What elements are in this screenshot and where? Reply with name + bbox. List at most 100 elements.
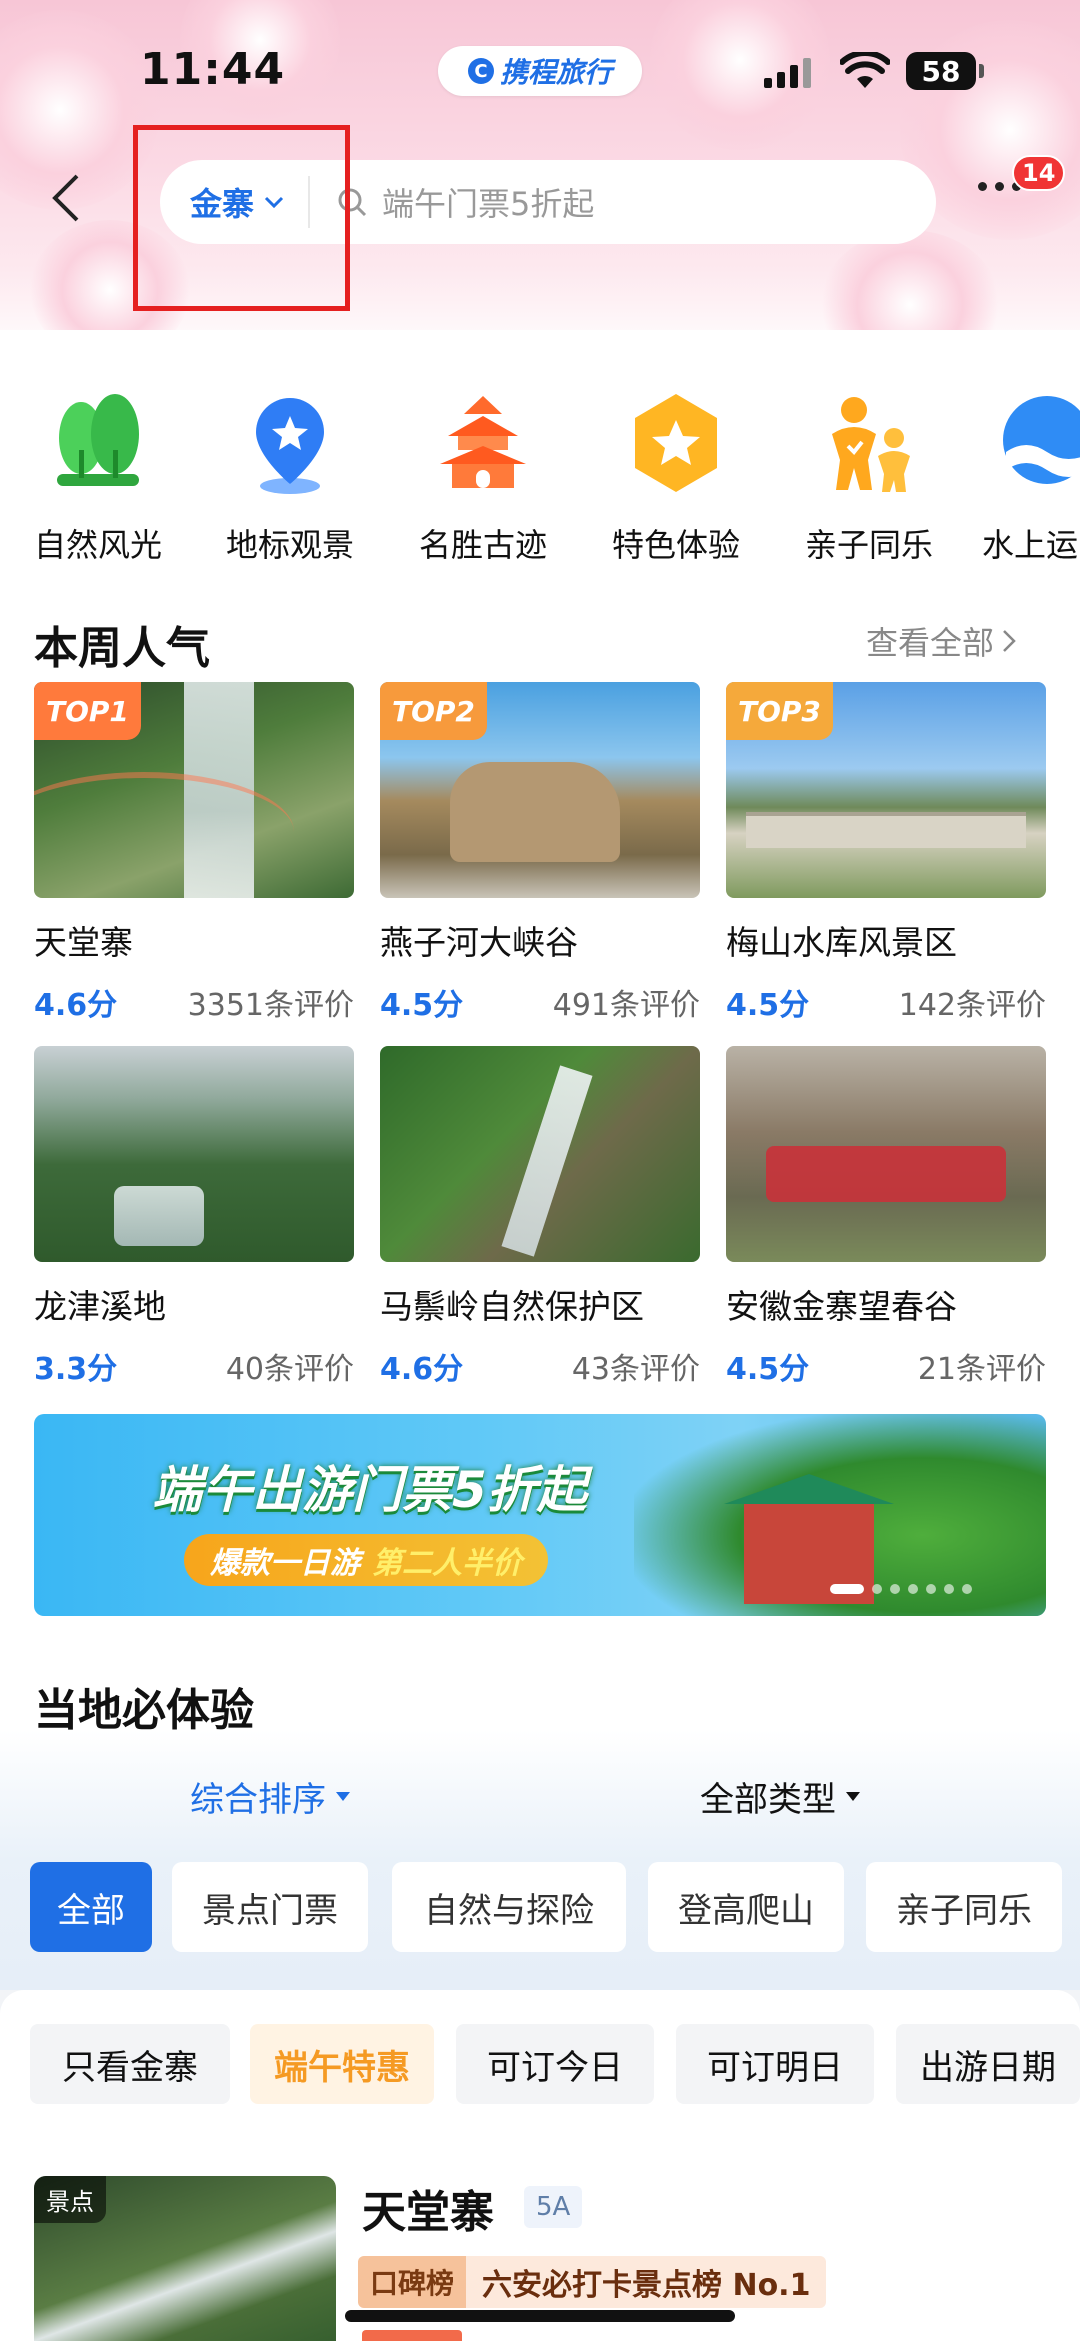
app-brand-name: 携程旅行 — [499, 56, 612, 89]
pagoda-icon — [428, 390, 538, 500]
popular-card[interactable]: TOP2 燕子河大峡谷 4.5分 491条评价 — [380, 682, 700, 1024]
rank-badge: TOP1 — [34, 682, 141, 740]
sort-label: 综合排序 — [190, 1780, 326, 1820]
review-count: 491条评价 — [552, 988, 700, 1023]
chevron-right-icon — [1003, 630, 1016, 652]
see-all-label: 查看全部 — [866, 624, 995, 662]
attraction-score: 3.3分 — [34, 1352, 118, 1387]
filter-bookable-tomorrow[interactable]: 可订明日 — [676, 2024, 874, 2104]
chip-family[interactable]: 亲子同乐 — [866, 1862, 1062, 1952]
caret-down-icon — [336, 1792, 350, 1801]
see-all-link[interactable]: 查看全部 — [866, 618, 1016, 664]
review-count: 3351条评价 — [187, 988, 354, 1023]
water-icon — [992, 390, 1080, 500]
popular-card[interactable]: TOP3 梅山水库风景区 4.5分 142条评价 — [726, 682, 1046, 1024]
listing-title[interactable]: 天堂寨 — [362, 2176, 494, 2240]
status-time: 11:44 — [140, 44, 286, 95]
attraction-photo — [380, 1046, 700, 1262]
chip-all[interactable]: 全部 — [30, 1862, 152, 1952]
attraction-name: 燕子河大峡谷 — [380, 923, 578, 962]
attraction-name: 马鬃岭自然保护区 — [380, 1287, 644, 1326]
attraction-score: 4.6分 — [34, 988, 118, 1023]
listing-next-row-partial — [362, 2330, 462, 2341]
app-brand-pill: C 携程旅行 — [438, 46, 642, 96]
popular-card[interactable]: 安徽金寨望春谷 4.5分 21条评价 — [726, 1046, 1046, 1388]
chip-tickets[interactable]: 景点门票 — [172, 1862, 368, 1952]
banner-sub-left: 爆款一日游 — [210, 1546, 360, 1581]
filter-travel-date[interactable]: 出游日期 — [896, 2024, 1080, 2104]
attraction-photo — [726, 1046, 1046, 1262]
category-water[interactable]: 水上运 — [982, 390, 1080, 566]
landmark-pin-icon — [235, 390, 345, 500]
listing-level-badge: 5A — [524, 2186, 583, 2228]
listing-type-tag: 景点 — [34, 2176, 106, 2223]
review-count: 40条评价 — [225, 1352, 354, 1387]
ctrip-logo-icon: C — [467, 58, 494, 84]
banner-headline: 端午出游门票5折起 — [152, 1461, 587, 1519]
chip-hiking[interactable]: 登高爬山 — [648, 1862, 844, 1952]
sort-dropdown[interactable]: 综合排序 — [190, 1772, 350, 1821]
category-landmark[interactable]: 地标观景 — [210, 390, 370, 566]
chip-nature-adventure[interactable]: 自然与探险 — [392, 1862, 626, 1952]
review-count: 43条评价 — [571, 1352, 700, 1387]
attraction-name: 龙津溪地 — [34, 1287, 166, 1326]
category-label: 水上运 — [982, 526, 1079, 564]
search-input[interactable]: 端午门票5折起 — [336, 179, 594, 225]
category-label: 亲子同乐 — [804, 526, 933, 564]
star-badge-icon — [621, 390, 731, 500]
promo-banner[interactable]: 端午出游门票5折起 爆款一日游 第二人半价 — [34, 1414, 1046, 1616]
popular-card[interactable]: 龙津溪地 3.3分 40条评价 — [34, 1046, 354, 1388]
popular-card[interactable]: TOP1 天堂寨 4.6分 3351条评价 — [34, 682, 354, 1024]
category-label: 地标观景 — [225, 526, 354, 564]
weekly-popular-title: 本周人气 — [34, 623, 210, 674]
popular-card[interactable]: 马鬃岭自然保护区 4.6分 43条评价 — [380, 1046, 700, 1388]
ranking-text: 六安必打卡景点榜 No.1 — [466, 2256, 827, 2308]
category-row: 自然风光 地标观景 名胜古迹 特色体验 亲子同乐 水上运 — [0, 390, 1080, 570]
attraction-score: 4.5分 — [726, 1352, 810, 1387]
filter-bookable-today[interactable]: 可订今日 — [456, 2024, 654, 2104]
attraction-photo: TOP2 — [380, 682, 700, 898]
banner-subtitle: 爆款一日游 第二人半价 — [184, 1534, 548, 1586]
local-experience-title: 当地必体验 — [34, 1685, 254, 1736]
category-label: 名胜古迹 — [418, 526, 547, 564]
attraction-name: 天堂寨 — [34, 923, 133, 962]
banner-sub-right: 第二人半价 — [372, 1546, 522, 1581]
review-count: 142条评价 — [898, 988, 1046, 1023]
filter-dragon-boat-deal[interactable]: 端午特惠 — [250, 2024, 434, 2104]
attraction-photo — [34, 1046, 354, 1262]
carousel-dots — [830, 1584, 972, 1594]
attraction-name: 梅山水库风景区 — [726, 923, 957, 962]
category-experience[interactable]: 特色体验 — [596, 390, 756, 566]
filter-jinzhai-only[interactable]: 只看金寨 — [30, 2024, 230, 2104]
attraction-photo: TOP1 — [34, 682, 354, 898]
category-label: 特色体验 — [611, 526, 740, 564]
attraction-name: 安徽金寨望春谷 — [726, 1287, 957, 1326]
chevron-left-icon — [52, 174, 79, 222]
caret-down-icon — [846, 1792, 860, 1801]
category-label: 自然风光 — [33, 526, 162, 564]
rank-badge: TOP3 — [726, 682, 833, 740]
review-count: 21条评价 — [917, 1352, 1046, 1387]
attraction-score: 4.5分 — [380, 988, 464, 1023]
parent-child-icon — [814, 390, 924, 500]
trees-icon — [43, 390, 153, 500]
attraction-score: 4.5分 — [726, 988, 810, 1023]
category-heritage[interactable]: 名胜古迹 — [403, 390, 563, 566]
wifi-icon — [840, 52, 890, 88]
category-nature[interactable]: 自然风光 — [18, 390, 178, 566]
ranking-chip[interactable]: 口碑榜 六安必打卡景点榜 No.1 — [358, 2256, 827, 2308]
attraction-score: 4.6分 — [380, 1352, 464, 1387]
category-family[interactable]: 亲子同乐 — [789, 390, 949, 566]
notification-badge: 14 — [1012, 155, 1066, 191]
ranking-label-wrap: 口碑榜 — [358, 2256, 467, 2308]
signal-icon — [764, 58, 811, 88]
battery-indicator: 58 — [906, 52, 984, 90]
search-placeholder: 端午门票5折起 — [382, 185, 595, 223]
type-label: 全部类型 — [700, 1780, 836, 1820]
attraction-photo: TOP3 — [726, 682, 1046, 898]
type-dropdown[interactable]: 全部类型 — [700, 1772, 860, 1821]
back-button[interactable] — [44, 168, 88, 228]
ranking-label: 口碑榜 — [370, 2267, 455, 2300]
home-indicator — [345, 2310, 735, 2322]
rank-badge: TOP2 — [380, 682, 487, 740]
